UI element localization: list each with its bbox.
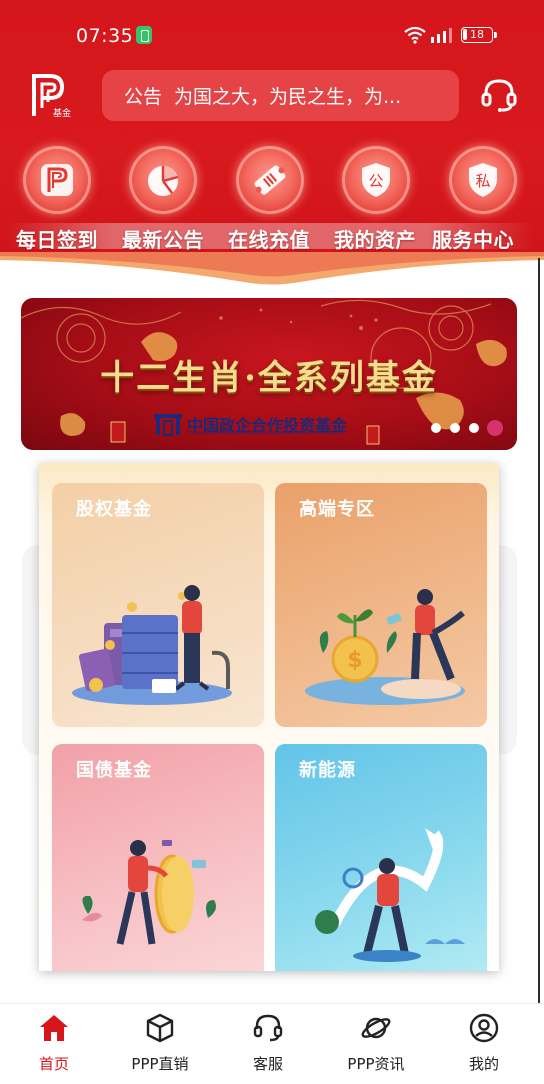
fund-card-title: 高端专区: [299, 499, 375, 520]
battery-indicator: 18: [461, 27, 497, 43]
pagination-dot[interactable]: [450, 423, 460, 433]
planet-icon: [361, 1017, 391, 1039]
headset-icon: [253, 1014, 283, 1042]
nav-ppp-news[interactable]: PPP资讯: [322, 1004, 430, 1084]
nav-customer-service[interactable]: 客服: [214, 1004, 322, 1084]
nav-ppp-direct[interactable]: PPP直销: [106, 1004, 214, 1084]
bottom-nav: 首页 PPP直销 客服 PPP资讯 我的: [0, 1003, 544, 1084]
notice-bar[interactable]: 公告 为国之大，为民之生，为...: [102, 70, 459, 121]
quick-action-label[interactable]: 我的资产: [321, 224, 429, 253]
nav-label: PPP资讯: [347, 1055, 405, 1073]
logo-subtitle: 基金: [53, 109, 72, 119]
sim-icon: [136, 26, 152, 44]
ppp-logo-icon: [41, 164, 73, 196]
fund-card-equity[interactable]: 股权基金: [52, 483, 264, 727]
banner-title: 十二生肖·全系列基金: [100, 358, 438, 398]
fund-card-title: 新能源: [299, 760, 356, 781]
banner-sponsor: 中国政企合作投资基金 China Government Enterprise C…: [153, 408, 389, 438]
notice-prefix: 公告: [124, 86, 163, 108]
shield-public-icon: 公: [362, 163, 390, 197]
shield-private-icon: 私: [469, 163, 497, 197]
svg-text:$: $: [347, 648, 362, 673]
status-bar: 07:35 18: [0, 0, 544, 62]
fund-category-grid: 股权基金 $ 高端专区 国债基金 新能源: [39, 463, 499, 971]
cube-icon: [146, 1013, 174, 1043]
nav-label: PPP直销: [131, 1055, 189, 1073]
shield-glyph-private: 私: [475, 172, 490, 190]
fund-card-new-energy[interactable]: 新能源: [275, 744, 487, 971]
customer-service-icon[interactable]: [480, 76, 518, 114]
home-icon: [40, 1015, 68, 1041]
pagination-dot-active[interactable]: [487, 420, 503, 436]
quick-action-label[interactable]: 服务中心: [419, 224, 527, 253]
status-time: 07:35: [76, 25, 134, 47]
wifi-icon: [404, 26, 426, 44]
nav-profile[interactable]: 我的: [430, 1004, 538, 1084]
nav-label: 首页: [38, 1055, 69, 1073]
signal-icon: [431, 28, 452, 43]
nav-home[interactable]: 首页: [0, 1004, 108, 1084]
fund-card-premium[interactable]: $ 高端专区: [275, 483, 487, 727]
fund-card-title: 国债基金: [76, 760, 152, 781]
app-header: 07:35 18 基金 公告 为国之大，为民之生，为... 公 私 每日签到 最…: [0, 0, 544, 258]
header-wave-decoration: [0, 252, 544, 285]
quick-action-label[interactable]: 在线充值: [215, 224, 323, 253]
nav-label: 我的: [468, 1055, 499, 1073]
scrollbar-track: [538, 258, 540, 1003]
banner-subtitle-en: China Government Enterprise Cooperation …: [187, 430, 338, 436]
pagination-dot[interactable]: [431, 423, 441, 433]
fund-card-title: 股权基金: [76, 499, 152, 520]
ticket-icon: [254, 165, 286, 195]
pie-chart-icon: [148, 166, 179, 196]
quick-action-label[interactable]: 每日签到: [3, 224, 111, 253]
notice-text: 为国之大，为民之生，为...: [174, 86, 402, 108]
user-icon: [469, 1013, 499, 1043]
fund-card-treasury[interactable]: 国债基金: [52, 744, 264, 971]
ppp-building-logo: [154, 414, 182, 436]
quick-action-label[interactable]: 最新公告: [109, 224, 217, 253]
nav-label: 客服: [252, 1055, 283, 1073]
pagination-dot[interactable]: [469, 423, 479, 433]
banner-pagination: [431, 420, 506, 436]
shield-glyph-public: 公: [368, 172, 383, 190]
